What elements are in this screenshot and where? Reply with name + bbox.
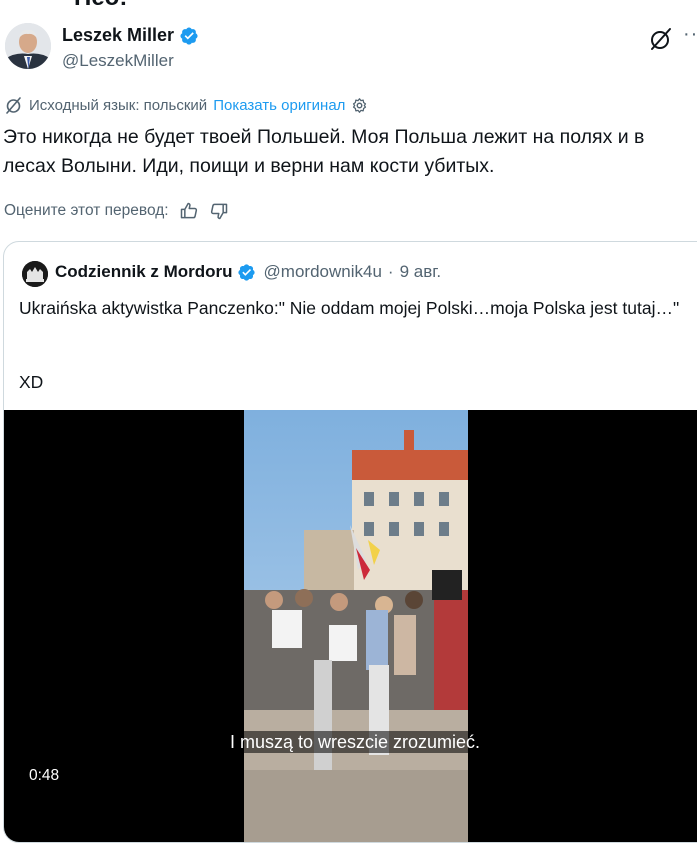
quoted-post[interactable]: Codziennik z Mordoru @mordownik4u · 9 ав…	[3, 241, 697, 843]
rate-translation-row: Оцените этот перевод:	[4, 201, 229, 221]
translation-info: Исходный язык: польский Показать оригина…	[5, 96, 368, 114]
thumb-down-icon[interactable]	[209, 201, 229, 221]
verified-badge-icon	[237, 263, 255, 281]
video-subtitle: I muszą to wreszcie zrozumieć.	[4, 731, 697, 753]
video-frame	[244, 410, 468, 842]
quoted-post-header: Codziennik z Mordoru @mordownik4u · 9 ав…	[55, 262, 441, 282]
rate-translation-label: Оцените этот перевод:	[4, 202, 169, 219]
more-icon[interactable]: ···	[683, 23, 697, 46]
author-handle[interactable]: @LeszekMiller	[62, 51, 174, 71]
show-original-link[interactable]: Показать оригинал	[213, 97, 345, 114]
video-player[interactable]: I muszą to wreszcie zrozumieć. 0:48	[4, 410, 697, 842]
author-avatar[interactable]	[5, 23, 51, 69]
author-name-row[interactable]: Leszek Miller	[62, 25, 199, 46]
source-language-label: Исходный язык: польский	[29, 96, 208, 114]
quoted-author-avatar[interactable]	[22, 261, 48, 287]
grok-icon[interactable]	[648, 26, 674, 52]
quoted-post-text: Ukraińska aktywistka Panczenko:" Nie odd…	[19, 298, 680, 318]
quoted-author-name[interactable]: Codziennik z Mordoru	[55, 262, 233, 282]
settings-icon[interactable]	[351, 97, 368, 114]
video-thumbnail	[244, 410, 468, 842]
quoted-post-extra-text: XD	[19, 372, 44, 392]
verified-badge-icon	[180, 26, 198, 45]
author-name[interactable]: Leszek Miller	[62, 25, 174, 46]
previous-post-fragment: Нео:	[74, 0, 127, 12]
thumb-up-icon[interactable]	[179, 201, 199, 221]
video-duration: 0:48	[29, 767, 60, 784]
translate-icon	[6, 97, 21, 114]
quoted-post-date[interactable]: 9 авг.	[400, 262, 442, 282]
tweet-text: Это никогда не будет твоей Польшей. Моя …	[3, 126, 645, 177]
quoted-author-handle[interactable]: @mordownik4u	[264, 262, 382, 282]
meta-separator: ·	[387, 262, 394, 281]
